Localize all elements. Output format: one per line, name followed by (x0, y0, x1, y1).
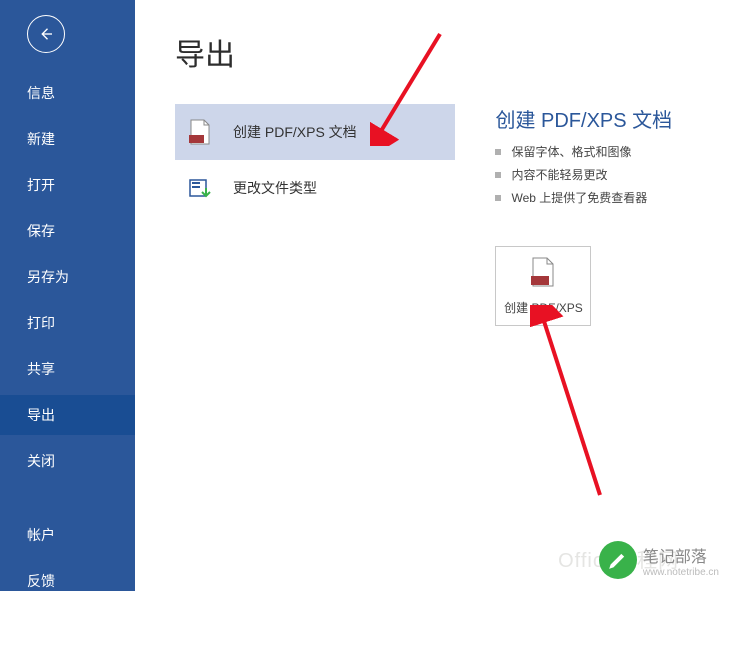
bullet-text: Web 上提供了免费查看器 (511, 189, 647, 206)
panel-bullet-2: Web 上提供了免费查看器 (495, 189, 715, 206)
main-content: 导出 创建 PDF/XPS 文档更改文件类型 创建 PDF/XPS 文档 保留字… (135, 0, 739, 591)
sidebar-item-11[interactable]: 选项 (0, 607, 135, 647)
sidebar-item-10[interactable]: 反馈 (0, 561, 135, 601)
create-button-label: 创建 PDF/XPS (504, 299, 583, 316)
bullet-icon (495, 172, 501, 178)
filetype-icon (187, 175, 213, 201)
brand-sub-text: www.notetribe.cn (643, 567, 719, 578)
brand-main-text: 笔记部落 (643, 543, 719, 567)
page-title: 导出 (175, 30, 739, 74)
panel-bullet-1: 内容不能轻易更改 (495, 166, 715, 183)
bullet-text: 内容不能轻易更改 (511, 166, 607, 183)
sidebar-item-8[interactable]: 关闭 (0, 441, 135, 481)
sidebar-item-6[interactable]: 共享 (0, 349, 135, 389)
sidebar-item-3[interactable]: 保存 (0, 211, 135, 251)
sidebar-item-4[interactable]: 另存为 (0, 257, 135, 297)
sidebar-item-0[interactable]: 信息 (0, 73, 135, 113)
back-button[interactable] (27, 15, 65, 53)
sidebar-item-5[interactable]: 打印 (0, 303, 135, 343)
arrow-left-icon (37, 25, 55, 43)
pdf-document-icon (529, 256, 557, 291)
export-options: 创建 PDF/XPS 文档更改文件类型 (175, 104, 455, 216)
panel-bullet-0: 保留字体、格式和图像 (495, 143, 715, 160)
bullet-icon (495, 195, 501, 201)
sidebar-item-7[interactable]: 导出 (0, 395, 135, 435)
sidebar-item-2[interactable]: 打开 (0, 165, 135, 205)
create-pdf-xps-button[interactable]: 创建 PDF/XPS (495, 246, 591, 326)
sidebar-item-9[interactable]: 帐户 (0, 515, 135, 555)
sidebar-item-1[interactable]: 新建 (0, 119, 135, 159)
bullet-icon (495, 149, 501, 155)
sidebar-spacer (0, 487, 135, 515)
right-panel: 创建 PDF/XPS 文档 保留字体、格式和图像内容不能轻易更改 Web 上提供了… (495, 104, 715, 326)
export-option-1[interactable]: 更改文件类型 (175, 160, 455, 216)
sidebar: 信息新建打开保存另存为打印共享导出关闭帐户反馈选项 (0, 0, 135, 591)
pencil-icon (599, 541, 637, 579)
export-option-label: 更改文件类型 (233, 178, 317, 198)
export-option-0[interactable]: 创建 PDF/XPS 文档 (175, 104, 455, 160)
export-option-label: 创建 PDF/XPS 文档 (233, 122, 357, 142)
panel-title: 创建 PDF/XPS 文档 (495, 104, 715, 133)
bullet-text: 保留字体、格式和图像 (511, 143, 631, 160)
brand-badge: 笔记部落 www.notetribe.cn (599, 541, 719, 579)
pdf-icon (187, 119, 213, 145)
